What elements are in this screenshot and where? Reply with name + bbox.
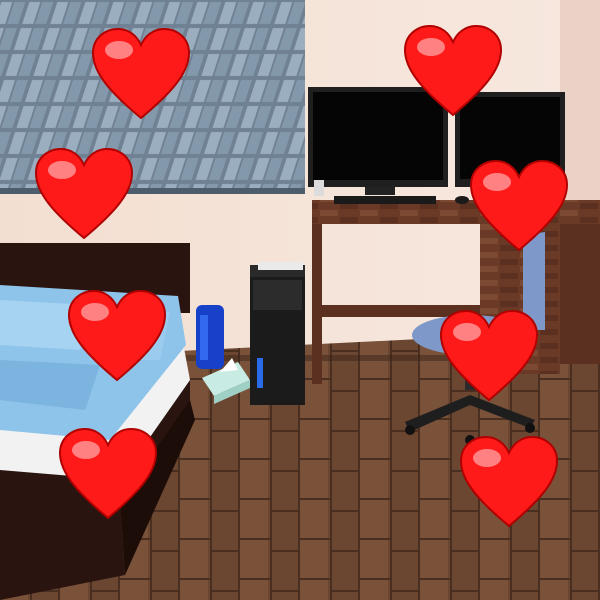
heart-icon[interactable] (459, 436, 559, 528)
heart-icon[interactable] (469, 160, 569, 252)
heart-icon[interactable] (58, 428, 158, 520)
heart-icon[interactable] (403, 25, 503, 117)
heart-icon[interactable] (91, 28, 191, 120)
heart-icon[interactable] (67, 290, 167, 382)
heart-icon[interactable] (34, 148, 134, 240)
game-scene (0, 0, 600, 600)
heart-icon[interactable] (439, 310, 539, 402)
